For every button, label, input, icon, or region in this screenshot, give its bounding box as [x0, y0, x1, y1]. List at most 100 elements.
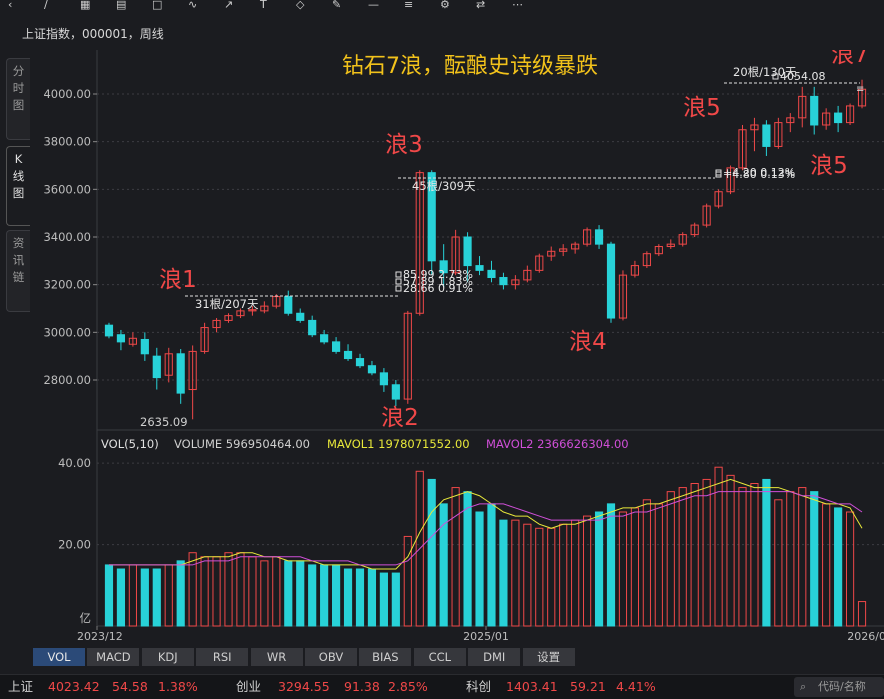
volume-bar[interactable] [284, 560, 293, 627]
arrow-icon[interactable]: ↗ [224, 0, 233, 11]
indicator-tab-设置[interactable]: 设置 [522, 648, 575, 666]
volume-bar[interactable] [379, 572, 388, 627]
volume-bar[interactable] [403, 535, 412, 627]
volume-bar[interactable] [798, 487, 807, 627]
candle[interactable] [320, 329, 329, 345]
volume-bar[interactable] [487, 503, 496, 627]
candle[interactable] [583, 227, 592, 247]
indicator-tab-kdj[interactable]: KDJ [141, 648, 194, 666]
indicator-tab-obv[interactable]: OBV [305, 648, 357, 666]
candle[interactable] [379, 368, 388, 392]
candle[interactable] [499, 272, 508, 290]
candle[interactable] [296, 308, 305, 323]
volume-bar[interactable] [355, 568, 365, 627]
volume-bar[interactable] [224, 552, 233, 627]
line-icon[interactable]: — [368, 0, 379, 11]
indicator-tab-ccl[interactable]: CCL [413, 648, 466, 666]
square-icon[interactable]: □ [152, 0, 162, 11]
candle[interactable] [810, 86, 819, 135]
volume-bar[interactable] [535, 527, 544, 627]
grid-icon[interactable]: ▦ [80, 0, 90, 11]
candle[interactable] [355, 353, 365, 369]
indicator-tab-vol[interactable]: VOL [33, 648, 85, 666]
candle[interactable] [260, 301, 269, 314]
volume-bar[interactable] [164, 564, 173, 627]
volume-bar[interactable] [678, 487, 687, 627]
volume-bar[interactable] [559, 523, 568, 627]
candle[interactable] [343, 344, 353, 361]
volume-bar[interactable] [618, 511, 628, 627]
volume-bar[interactable] [690, 483, 699, 627]
volume-bar[interactable] [571, 519, 580, 627]
volume-bar[interactable] [666, 491, 675, 627]
candle[interactable] [618, 270, 628, 321]
candle[interactable] [559, 244, 568, 257]
volume-bar[interactable] [152, 568, 161, 627]
candle[interactable] [606, 241, 616, 323]
candle[interactable] [666, 239, 675, 249]
volume-bar[interactable] [654, 503, 663, 627]
draw-icon[interactable]: ∕ [44, 0, 48, 11]
volume-bar[interactable] [296, 560, 305, 627]
candle[interactable] [702, 203, 711, 228]
volume-bar[interactable] [116, 568, 126, 627]
candle[interactable] [116, 329, 126, 351]
candle[interactable] [475, 256, 484, 276]
volume-bar[interactable] [857, 601, 867, 627]
layout-icon[interactable]: ▤ [116, 0, 126, 11]
candle[interactable] [367, 360, 377, 376]
volume-bar[interactable] [774, 499, 783, 627]
volume-bar[interactable] [642, 499, 651, 627]
volume-bar[interactable] [367, 568, 377, 627]
candle[interactable] [642, 251, 651, 268]
candle[interactable] [535, 253, 544, 273]
candle[interactable] [284, 290, 293, 316]
tool-icon[interactable]: ⚙ [440, 0, 450, 11]
trend-icon[interactable]: ≡ [404, 0, 413, 11]
candle[interactable] [188, 345, 197, 420]
candle[interactable] [798, 86, 807, 128]
indicator-tab-bias[interactable]: BIAS [359, 648, 412, 666]
volume-bar[interactable] [451, 487, 460, 627]
indicator-tab-wr[interactable]: WR [250, 648, 303, 666]
candle[interactable] [152, 347, 161, 390]
candle[interactable] [164, 347, 173, 383]
candle[interactable] [104, 322, 114, 339]
wave-icon[interactable]: ∿ [188, 0, 197, 11]
volume-bar[interactable] [583, 515, 592, 627]
volume-bar[interactable] [786, 491, 795, 627]
compare-icon[interactable]: ⇄ [476, 0, 485, 11]
indicator-tab-rsi[interactable]: RSI [196, 648, 249, 666]
volume-bar[interactable] [391, 572, 400, 627]
volume-bar[interactable] [104, 564, 114, 627]
candle[interactable] [487, 260, 496, 283]
volume-bar[interactable] [822, 503, 831, 627]
volume-bar[interactable] [260, 560, 269, 627]
side-tab-0[interactable]: 分时图 [6, 58, 30, 140]
volume-bar[interactable] [594, 511, 604, 627]
back-icon[interactable]: ‹ [8, 0, 12, 11]
brush-icon[interactable]: ✎ [332, 0, 341, 11]
volume-bar[interactable] [630, 507, 639, 627]
volume-bar[interactable] [845, 511, 855, 627]
volume-bar[interactable] [738, 487, 747, 627]
candle[interactable] [511, 275, 520, 290]
volume-bar[interactable] [272, 556, 281, 627]
volume-bar[interactable] [308, 564, 317, 627]
kline-chart-area[interactable]: 4000.00 3800.00 3600.00 3400.00 3200.00 3000.… [0, 50, 884, 648]
candle[interactable] [774, 117, 783, 149]
volume-bar[interactable] [511, 519, 520, 627]
candle[interactable] [128, 332, 137, 347]
candle[interactable] [571, 241, 580, 254]
candle[interactable] [786, 113, 795, 133]
volume-bar[interactable] [320, 564, 329, 627]
candle[interactable] [224, 313, 233, 323]
volume-bar[interactable] [128, 564, 137, 627]
candle[interactable] [391, 380, 400, 407]
candle[interactable] [690, 222, 699, 237]
stock-search-input[interactable]: ⌕ 代码/名称 [794, 677, 884, 697]
volume-bar[interactable] [606, 503, 616, 627]
candle[interactable] [678, 232, 687, 247]
volume-bar[interactable] [726, 474, 735, 627]
candle[interactable] [403, 310, 412, 404]
